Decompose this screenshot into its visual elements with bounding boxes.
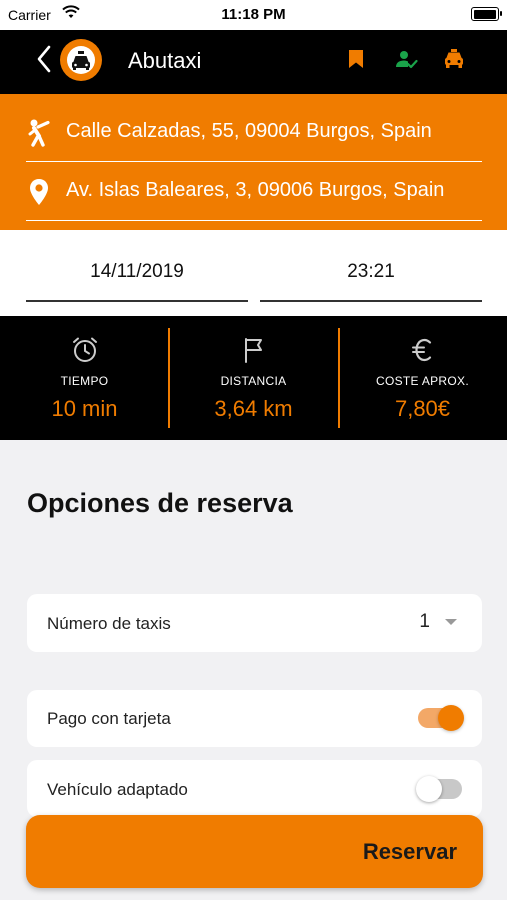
location-pin-icon [26, 178, 52, 211]
destination-row[interactable]: Av. Islas Baleares, 3, 09006 Burgos, Spa… [26, 163, 482, 221]
stat-time: TIEMPO 10 min [0, 316, 169, 440]
stat-time-label: TIEMPO [60, 374, 109, 388]
adapted-vehicle-toggle[interactable] [416, 776, 462, 802]
app-title: Abutaxi [128, 48, 202, 73]
stat-cost-label: COSTE APROX. [376, 374, 469, 388]
chevron-down-icon [445, 619, 457, 625]
nav-bar: Abutaxi [0, 30, 507, 94]
origin-row[interactable]: Calle Calzadas, 55, 09004 Burgos, Spain [26, 104, 482, 162]
stat-distance-label: DISTANCIA [220, 374, 287, 388]
reserve-button-label: Reservar [362, 839, 457, 864]
alarm-clock-icon [0, 336, 169, 369]
card-payment-row: Pago con tarjeta [27, 690, 482, 747]
euro-icon [338, 336, 507, 369]
pedestrian-icon [26, 119, 52, 152]
stat-distance-value: 3,64 km [214, 396, 293, 421]
schedule-panel: 14/11/2019 23:21 [0, 230, 507, 316]
back-chevron-icon[interactable] [36, 44, 52, 79]
flag-icon [169, 336, 338, 369]
trip-stats: TIEMPO 10 min DISTANCIA 3,64 km COSTE AP… [0, 316, 507, 440]
time-field[interactable]: 23:21 [260, 252, 482, 302]
stat-cost-value: 7,80€ [394, 396, 451, 421]
date-field[interactable]: 14/11/2019 [26, 252, 248, 302]
route-panel: Calle Calzadas, 55, 09004 Burgos, Spain … [0, 94, 507, 230]
taxi-count-label: Número de taxis [47, 614, 171, 633]
card-payment-label: Pago con tarjeta [47, 709, 171, 728]
adapted-vehicle-label: Vehículo adaptado [47, 780, 188, 799]
battery-icon [471, 7, 502, 21]
stat-time-value: 10 min [51, 396, 118, 421]
taxi-count-select[interactable]: Número de taxis 1 [27, 594, 482, 652]
stat-distance: DISTANCIA 3,64 km [169, 316, 338, 440]
adapted-vehicle-row: Vehículo adaptado [27, 760, 482, 817]
status-time: 11:18 PM [221, 6, 286, 23]
card-payment-toggle[interactable] [418, 705, 464, 731]
stat-cost: COSTE APROX. 7,80€ [338, 316, 507, 440]
origin-address: Calle Calzadas, 55, 09004 Burgos, Spain [66, 120, 432, 142]
destination-address: Av. Islas Baleares, 3, 09006 Burgos, Spa… [66, 179, 445, 201]
bookmark-icon[interactable] [347, 47, 365, 76]
taxi-icon[interactable] [442, 47, 466, 76]
reserve-button[interactable]: Reservar [26, 815, 483, 888]
taxi-logo-icon[interactable] [60, 39, 102, 81]
user-check-icon[interactable] [394, 47, 418, 76]
options-title: Opciones de reserva [27, 488, 293, 518]
taxi-count-value: 1 [419, 611, 430, 632]
status-bar: Carrier 11:18 PM [0, 0, 507, 30]
